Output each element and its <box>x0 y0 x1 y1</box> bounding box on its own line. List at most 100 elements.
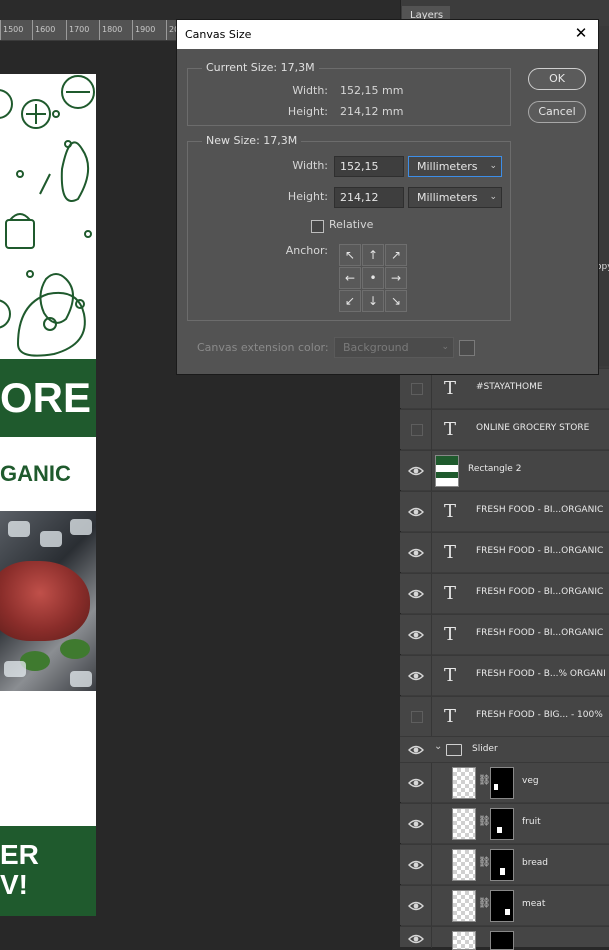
layer-name: FRESH FOOD - BI...ORGANIC <box>476 587 604 597</box>
anchor-bottom-arrow-icon[interactable]: ↓ <box>362 290 384 312</box>
link-icon[interactable]: ⛓ <box>478 857 491 868</box>
visibility-toggle[interactable] <box>411 711 423 723</box>
visibility-toggle[interactable] <box>411 383 423 395</box>
layer-name: bread <box>522 858 548 868</box>
relative-label[interactable]: Relative <box>329 218 373 231</box>
extension-color-value: Background <box>343 341 409 354</box>
extension-color-select[interactable]: Background ⌄ <box>334 337 454 358</box>
anchor-top-left-arrow-icon[interactable]: ↖ <box>339 244 361 266</box>
anchor-bottom-right-arrow-icon[interactable]: ↘ <box>385 290 407 312</box>
layer-group-slider[interactable]: ⌄ Slider <box>400 736 609 762</box>
anchor-left-arrow-icon[interactable]: ← <box>339 267 361 289</box>
layer-mask-thumbnail <box>490 931 514 950</box>
banner-band-order: ER V! <box>0 826 96 916</box>
layer-mask-thumbnail <box>490 849 514 881</box>
layer-name: FRESH FOOD - BI...ORGANIC <box>476 505 604 515</box>
layer-row[interactable]: ⛓ bread <box>400 844 609 885</box>
anchor-center-dot-icon[interactable]: • <box>362 267 384 289</box>
layer-name: FRESH FOOD - B...% ORGANI <box>476 669 606 679</box>
layer-row[interactable]: ⛓ fruit <box>400 803 609 844</box>
chevron-down-icon: ⌄ <box>489 161 497 171</box>
eye-icon[interactable] <box>408 668 424 684</box>
eye-icon[interactable] <box>408 742 424 758</box>
eye-icon[interactable] <box>408 898 424 914</box>
ruler-tick: 1800 <box>99 20 122 40</box>
text-layer-icon: T <box>444 501 457 522</box>
food-doodles-illustration <box>0 75 95 357</box>
link-icon[interactable]: ⛓ <box>478 775 491 786</box>
chevron-down-icon[interactable]: ⌄ <box>434 741 442 752</box>
layer-row[interactable]: T FRESH FOOD - BI...ORGANIC <box>400 491 609 532</box>
layer-name: fruit <box>522 817 541 827</box>
layer-row[interactable]: Rectangle 2 <box>400 450 609 491</box>
eye-icon[interactable] <box>408 463 424 479</box>
eye-icon[interactable] <box>408 775 424 791</box>
divider <box>431 927 432 948</box>
eye-icon[interactable] <box>408 545 424 561</box>
layer-row[interactable]: ⛓ veg <box>400 762 609 803</box>
visibility-toggle[interactable] <box>411 424 423 436</box>
text-layer-icon: T <box>444 583 457 604</box>
layer-thumbnail <box>452 890 476 922</box>
layer-name: FRESH FOOD - BIG... - 100% <box>476 710 603 720</box>
eye-icon[interactable] <box>408 586 424 602</box>
link-icon[interactable]: ⛓ <box>478 816 491 827</box>
height-unit-value: Millimeters <box>417 191 478 204</box>
layer-name: #STAYATHOME <box>476 382 543 392</box>
divider <box>431 533 432 573</box>
layer-name: meat <box>522 899 546 909</box>
eye-icon[interactable] <box>408 627 424 643</box>
chevron-down-icon: ⌄ <box>441 342 449 352</box>
layer-row[interactable]: T FRESH FOOD - BI...ORGANIC <box>400 614 609 655</box>
ice-shape <box>8 521 30 537</box>
document-canvas[interactable]: ORE GANIC ER V! <box>0 74 96 916</box>
width-unit-select[interactable]: Millimeters ⌄ <box>408 156 502 177</box>
eye-icon[interactable] <box>408 857 424 873</box>
relative-checkbox[interactable] <box>311 220 324 233</box>
layer-row[interactable]: T FRESH FOOD - B...% ORGANI <box>400 655 609 696</box>
layer-thumbnail <box>452 849 476 881</box>
height-unit-select[interactable]: Millimeters ⌄ <box>408 187 502 208</box>
layer-row[interactable]: T ONLINE GROCERY STORE <box>400 409 609 450</box>
ice-shape <box>70 519 92 535</box>
anchor-bottom-left-arrow-icon[interactable]: ↙ <box>339 290 361 312</box>
anchor-grid: ↖ ↑ ↗ ← • → ↙ ↓ ↘ <box>339 244 408 313</box>
ice-shape <box>40 531 62 547</box>
layer-row[interactable]: T FRESH FOOD - BIG... - 100% <box>400 696 609 737</box>
layer-thumbnail <box>435 455 459 487</box>
layer-row[interactable]: ⛓ meat <box>400 885 609 926</box>
link-icon[interactable]: ⛓ <box>478 898 491 909</box>
ok-button[interactable]: OK <box>528 68 586 90</box>
height-input[interactable]: 214,12 <box>334 187 404 208</box>
eye-icon[interactable] <box>408 931 424 947</box>
anchor-label: Anchor: <box>285 244 328 257</box>
divider <box>431 845 432 885</box>
cancel-button[interactable]: Cancel <box>528 101 586 123</box>
width-unit-value: Millimeters <box>417 160 478 173</box>
anchor-right-arrow-icon[interactable]: → <box>385 267 407 289</box>
ruler-tick: 1600 <box>32 20 55 40</box>
layer-thumbnail <box>452 767 476 799</box>
anchor-top-arrow-icon[interactable]: ↑ <box>362 244 384 266</box>
layer-row[interactable]: T FRESH FOOD - BI...ORGANIC <box>400 532 609 573</box>
extension-color-swatch[interactable] <box>459 340 475 356</box>
ruler-tick: 1700 <box>66 20 89 40</box>
anchor-top-right-arrow-icon[interactable]: ↗ <box>385 244 407 266</box>
layer-mask-thumbnail <box>490 767 514 799</box>
layer-row-partial[interactable] <box>400 926 609 950</box>
layer-row[interactable]: T FRESH FOOD - BI...ORGANIC <box>400 573 609 614</box>
divider <box>431 763 432 803</box>
current-width-label: Width: <box>292 84 328 97</box>
current-size-group: Current Size: 17,3M Width: 152,15 mm Hei… <box>187 61 511 126</box>
meat-photo <box>0 511 96 691</box>
current-height-label: Height: <box>287 105 328 118</box>
ice-shape <box>4 661 26 677</box>
layer-thumbnail <box>452 931 476 950</box>
divider <box>431 451 432 491</box>
eye-icon[interactable] <box>408 816 424 832</box>
eye-icon[interactable] <box>408 504 424 520</box>
close-icon[interactable]: ✕ <box>572 24 590 42</box>
width-input[interactable]: 152,15 <box>334 156 404 177</box>
layer-name: Rectangle 2 <box>468 464 522 474</box>
ruler-tick: 1900 <box>132 20 155 40</box>
